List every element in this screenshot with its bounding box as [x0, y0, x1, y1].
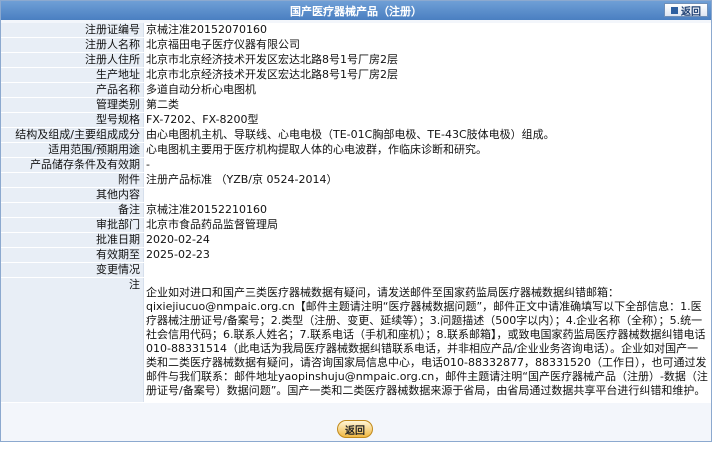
page-title: 国产医疗器械产品（注册） — [290, 4, 422, 18]
field-value: 北京市北京经济技术开发区宏达北路8号1号厂房2层 — [143, 52, 711, 68]
table-row: 变更情况 — [1, 262, 711, 278]
table-row: 审批部门 北京市食品药品监督管理局 — [1, 217, 711, 233]
field-label: 审批部门 — [1, 217, 144, 233]
back-button-label: 返回 — [345, 425, 365, 437]
field-value: - — [143, 157, 711, 173]
table-row: 其他内容 — [1, 187, 711, 203]
note-text: 企业如对进口和国产三类医疗器械数据有疑问，请发送邮件至国家药监局医疗器械数据纠错… — [143, 277, 711, 403]
field-label: 注册证编号 — [1, 23, 144, 38]
field-label: 批准日期 — [1, 232, 144, 248]
table-row: 型号规格 FX-7202、FX-8200型 — [1, 112, 711, 128]
field-value — [143, 187, 711, 203]
field-label: 注册人住所 — [1, 52, 144, 68]
field-label: 有效期至 — [1, 247, 144, 263]
field-value: 第二类 — [143, 97, 711, 113]
table-row: 批准日期 2020-02-24 — [1, 232, 711, 248]
field-value: 北京市北京经济技术开发区宏达北路8号1号厂房2层 — [143, 67, 711, 83]
table-row: 附件 注册产品标准 （YZB/京 0524-2014） — [1, 172, 711, 188]
field-value: 2025-02-23 — [143, 247, 711, 263]
field-label: 生产地址 — [1, 67, 144, 83]
note-label: 注 — [1, 277, 144, 403]
field-value: 北京市食品药品监督管理局 — [143, 217, 711, 233]
table-row: 结构及组成/主要组成成分 由心电图机主机、导联线、心电电极（TE-01C胸部电极、… — [1, 127, 711, 143]
field-value: 2020-02-24 — [143, 232, 711, 248]
field-value: 多道自动分析心电图机 — [143, 82, 711, 98]
table-row: 注册证编号 京械注准20152070160 — [1, 23, 711, 38]
field-label: 注册人名称 — [1, 37, 144, 53]
field-value: 京械注准20152210160 — [143, 202, 711, 218]
table-row: 有效期至 2025-02-23 — [1, 247, 711, 263]
field-label: 结构及组成/主要组成成分 — [1, 127, 144, 143]
field-label: 变更情况 — [1, 262, 144, 278]
table-row: 生产地址 北京市北京经济技术开发区宏达北路8号1号厂房2层 — [1, 67, 711, 83]
field-label: 管理类别 — [1, 97, 144, 113]
field-value — [143, 262, 711, 278]
table-row: 备注 京械注准20152210160 — [1, 202, 711, 218]
field-value: 注册产品标准 （YZB/京 0524-2014） — [143, 172, 711, 188]
field-label: 产品名称 — [1, 82, 144, 98]
table-row: 适用范围/预期用途 心电图机主要用于医疗机构提取人体的心电波群，作临床诊断和研究。 — [1, 142, 711, 158]
field-label: 备注 — [1, 202, 144, 218]
field-value: 北京福田电子医疗仪器有限公司 — [143, 37, 711, 53]
field-value: FX-7202、FX-8200型 — [143, 112, 711, 128]
back-button-label: 返回 — [681, 6, 701, 18]
field-value: 心电图机主要用于医疗机构提取人体的心电波群，作临床诊断和研究。 — [143, 142, 711, 158]
table-row: 注册人名称 北京福田电子医疗仪器有限公司 — [1, 37, 711, 53]
field-label: 型号规格 — [1, 112, 144, 128]
field-label: 其他内容 — [1, 187, 144, 203]
table-row: 管理类别 第二类 — [1, 97, 711, 113]
back-icon — [671, 6, 678, 14]
back-button-bottom[interactable]: 返回 — [337, 420, 373, 438]
back-button-top[interactable]: 返回 — [664, 3, 708, 18]
field-value: 由心电图机主机、导联线、心电电极（TE-01C胸部电极、TE-43C肢体电极）组… — [143, 127, 711, 143]
table-row: 注企业如对进口和国产三类医疗器械数据有疑问，请发送邮件至国家药监局医疗器械数据纠… — [1, 277, 711, 403]
field-label: 附件 — [1, 172, 144, 188]
table-row: 注册人住所 北京市北京经济技术开发区宏达北路8号1号厂房2层 — [1, 52, 711, 68]
table-row: 产品名称 多道自动分析心电图机 — [1, 82, 711, 98]
field-value: 京械注准20152070160 — [143, 23, 711, 38]
field-label: 适用范围/预期用途 — [1, 142, 144, 158]
table-row: 产品储存条件及有效期 - — [1, 157, 711, 173]
field-label: 产品储存条件及有效期 — [1, 157, 144, 173]
detail-panel: 国产医疗器械产品（注册） 返回 注册证编号 京械注准20152070160 注册人名… — [0, 0, 712, 442]
panel-title-bar: 国产医疗器械产品（注册） 返回 — [1, 1, 711, 20]
detail-table: 注册证编号 京械注准20152070160 注册人名称 北京福田电子医疗仪器有限公司注… — [1, 23, 711, 403]
